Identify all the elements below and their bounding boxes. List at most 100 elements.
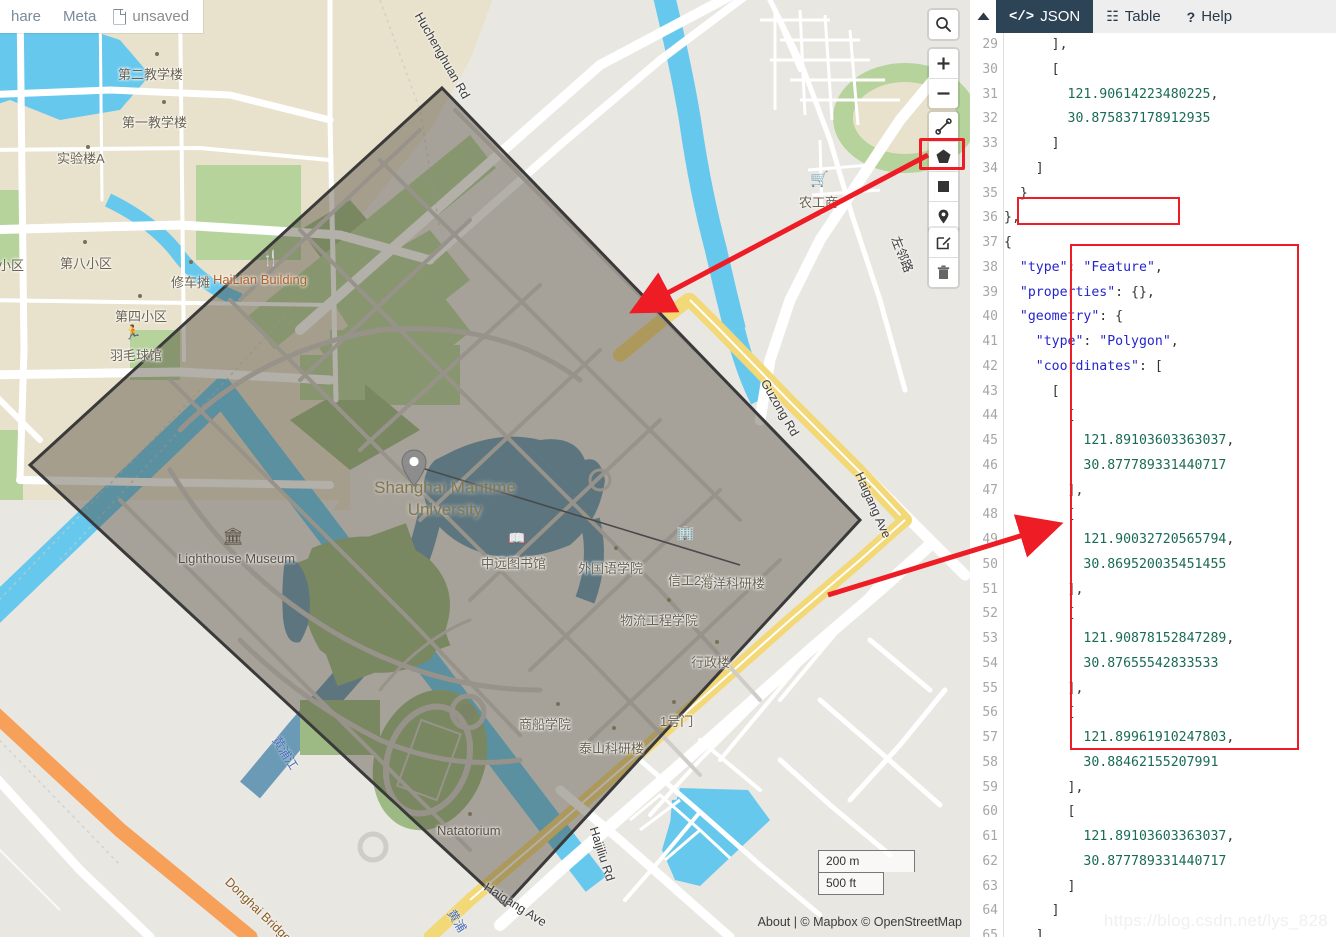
json-editor[interactable]: 29 30 31 32 33 34 35 36 37 38 39 40 41 42 43 44 45 46 47 48…: [970, 33, 1336, 937]
table-grid-icon: ☷: [1106, 8, 1119, 24]
code-line[interactable]: "coordinates": [: [1004, 355, 1336, 380]
tab-table[interactable]: ☷ Table: [1093, 0, 1174, 33]
line-number: 62: [982, 853, 998, 869]
code-line[interactable]: [: [1004, 380, 1336, 405]
code-line[interactable]: [: [1004, 503, 1336, 528]
zoom-in-button[interactable]: [929, 49, 958, 79]
question-mark-icon: ?: [1186, 8, 1196, 25]
tab-json-label: JSON: [1040, 8, 1081, 25]
code-line[interactable]: [: [1004, 58, 1336, 83]
line-number: 43: [982, 383, 998, 399]
collapse-up-icon: [977, 12, 989, 20]
zoom-control[interactable]: [929, 49, 958, 108]
code-line[interactable]: 121.89961910247803,: [1004, 726, 1336, 751]
tab-help-label: Help: [1201, 8, 1233, 25]
code-line[interactable]: 121.89103603363037,: [1004, 825, 1336, 850]
draw-line-icon[interactable]: [929, 112, 958, 142]
zoom-out-button[interactable]: [929, 79, 958, 108]
line-number: 48: [982, 507, 998, 523]
line-number: 52: [982, 606, 998, 622]
trash-icon[interactable]: [929, 258, 958, 287]
code-line[interactable]: ]: [1004, 899, 1336, 924]
code-line[interactable]: [: [1004, 602, 1336, 627]
line-number: 49: [982, 532, 998, 547]
line-number: 41: [982, 334, 998, 349]
line-number: 35: [982, 185, 998, 201]
top-toolbar[interactable]: hare Meta unsaved: [0, 0, 203, 33]
code-line[interactable]: ]: [1004, 924, 1336, 937]
code-line[interactable]: 30.875837178912935: [1004, 107, 1336, 132]
code-line[interactable]: 30.877789331440717: [1004, 850, 1336, 875]
code-line[interactable]: 121.90878152847289,: [1004, 627, 1336, 652]
line-number: 55: [982, 680, 998, 696]
line-number: 53: [982, 631, 998, 646]
code-line[interactable]: [: [1004, 800, 1336, 825]
code-line[interactable]: 121.90032720565794,: [1004, 528, 1336, 553]
unsaved-indicator[interactable]: unsaved: [107, 0, 200, 33]
line-number: 38: [982, 259, 998, 275]
code-line[interactable]: ],: [1004, 677, 1336, 702]
code-line[interactable]: ]: [1004, 875, 1336, 900]
unsaved-label: unsaved: [132, 8, 190, 25]
code-line[interactable]: ],: [1004, 578, 1336, 603]
line-number: 61: [982, 829, 998, 844]
code-line[interactable]: 121.90614223480225,: [1004, 83, 1336, 108]
line-number: 47: [982, 482, 998, 498]
code-line[interactable]: 30.869520035451455: [1004, 553, 1336, 578]
line-number: 40: [982, 309, 998, 325]
panel-tabs[interactable]: </> JSON ☷ Table ? Help: [970, 0, 1336, 33]
poi-dot: [715, 640, 719, 644]
map-attribution[interactable]: About | © Mapbox © OpenStreetMap: [758, 915, 962, 929]
draw-rectangle-icon[interactable]: [929, 172, 958, 202]
line-number: 51: [982, 581, 998, 597]
tab-json[interactable]: </> JSON: [996, 0, 1094, 33]
share-button[interactable]: hare: [0, 0, 52, 33]
place-marker-pin: [401, 449, 427, 492]
poi-dot: [612, 726, 616, 730]
code-line[interactable]: },: [1004, 206, 1336, 231]
code-line[interactable]: ],: [1004, 479, 1336, 504]
code-line[interactable]: ]: [1004, 132, 1336, 157]
code-line[interactable]: ],: [1004, 33, 1336, 58]
code-line[interactable]: "properties": {},: [1004, 281, 1336, 306]
poi-dot: [189, 260, 193, 264]
line-number: 31: [982, 86, 998, 102]
code-line[interactable]: }: [1004, 182, 1336, 207]
map-canvas[interactable]: hare Meta unsaved Shanghai Maritime Univ…: [0, 0, 970, 937]
json-code-area[interactable]: ], [ 121.90614223480225, 30.875837178912…: [1004, 33, 1336, 937]
poi-dot: [667, 598, 671, 602]
code-line[interactable]: [: [1004, 701, 1336, 726]
code-line[interactable]: 30.87655542833533: [1004, 652, 1336, 677]
line-number: 65: [982, 928, 998, 937]
tab-help[interactable]: ? Help: [1173, 0, 1246, 33]
code-line[interactable]: "geometry": {: [1004, 305, 1336, 330]
scale-bar: 200 m 500 ft: [818, 850, 915, 895]
code-line[interactable]: {: [1004, 231, 1336, 256]
draw-point-marker-icon[interactable]: [929, 202, 958, 231]
draw-polygon-icon[interactable]: [929, 142, 958, 172]
code-line[interactable]: "type": "Polygon",: [1004, 330, 1336, 355]
scale-imperial: 500 ft: [818, 872, 884, 895]
map-search-control[interactable]: [929, 10, 958, 39]
line-number: 30: [982, 61, 998, 77]
code-line[interactable]: ]: [1004, 157, 1336, 182]
code-icon: </>: [1009, 8, 1035, 25]
line-number: 45: [982, 433, 998, 448]
poi-dot: [614, 546, 618, 550]
collapse-panel-button[interactable]: [970, 0, 996, 33]
code-line[interactable]: 30.88462155207991: [1004, 751, 1336, 776]
meta-button[interactable]: Meta: [52, 0, 107, 33]
code-line[interactable]: 121.89103603363037,: [1004, 429, 1336, 454]
line-number: 58: [982, 754, 998, 770]
line-number: 63: [982, 878, 998, 894]
line-number: 42: [982, 358, 998, 374]
code-line[interactable]: "type": "Feature",: [1004, 256, 1336, 281]
edit-tools-control[interactable]: [929, 228, 958, 287]
search-icon[interactable]: [929, 10, 958, 39]
code-line[interactable]: ],: [1004, 776, 1336, 801]
edit-icon[interactable]: [929, 228, 958, 258]
code-line[interactable]: [: [1004, 404, 1336, 429]
map-base-tiles: [0, 0, 970, 937]
code-line[interactable]: 30.877789331440717: [1004, 454, 1336, 479]
draw-tools-control[interactable]: [929, 112, 958, 231]
